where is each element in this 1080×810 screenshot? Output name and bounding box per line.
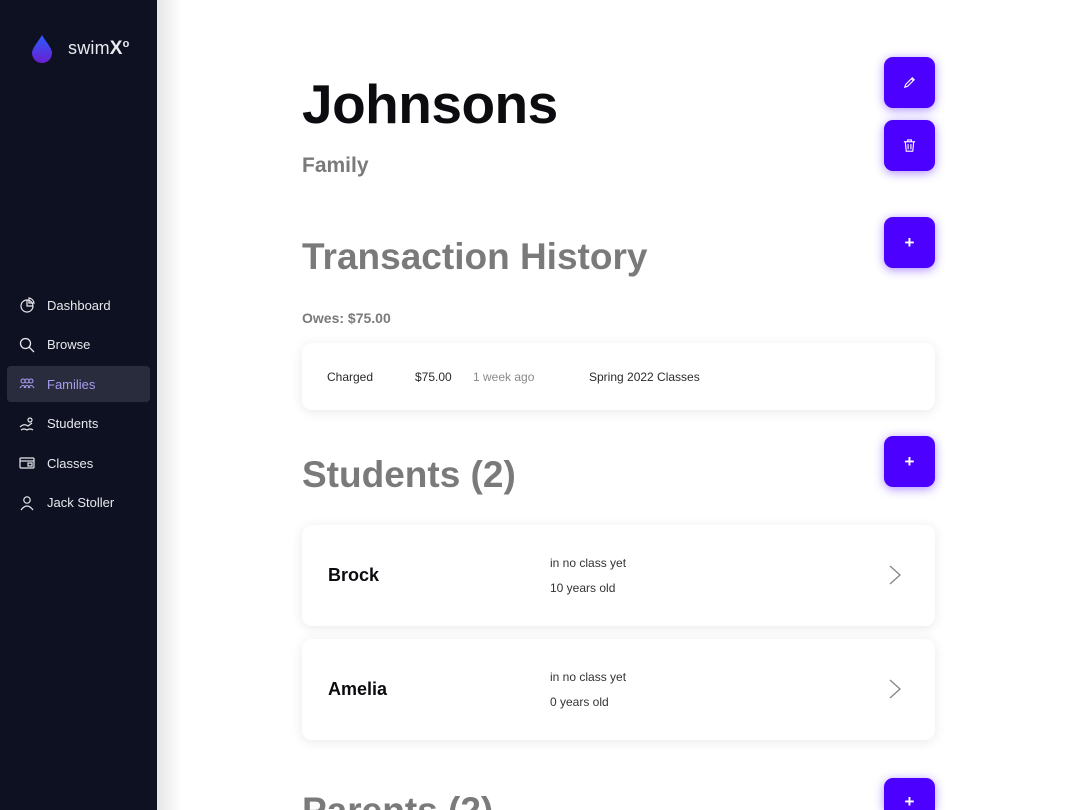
student-name: Brock xyxy=(328,565,380,585)
brand-name: swimXo xyxy=(68,38,130,59)
sidebar-item-label: Students xyxy=(47,416,99,431)
chevron-right-icon xyxy=(889,565,902,585)
sidebar-item-students[interactable]: Students xyxy=(7,406,150,442)
transaction-row[interactable]: Charged $75.00 1 week ago Spring 2022 Cl… xyxy=(302,343,935,410)
sidebar: swimXo Dashboard Browse Families Student… xyxy=(0,0,157,810)
parents-title: Parents (2) xyxy=(302,790,493,810)
transaction-description: Spring 2022 Classes xyxy=(589,370,700,384)
transaction-amount: $75.00 xyxy=(415,370,452,384)
transaction-time: 1 week ago xyxy=(473,370,535,384)
edit-button[interactable] xyxy=(884,57,935,108)
trash-icon xyxy=(903,139,916,152)
student-card[interactable]: Brock in no class yet 10 years old xyxy=(302,525,935,626)
sidebar-item-label: Jack Stoller xyxy=(47,495,115,510)
sidebar-item-classes[interactable]: Classes xyxy=(7,445,150,481)
sidebar-shadow xyxy=(157,0,181,810)
page-title: Johnsons xyxy=(302,73,558,135)
sidebar-item-label: Browse xyxy=(47,337,91,352)
water-drop-icon xyxy=(32,35,52,63)
student-class-status: in no class yet xyxy=(550,556,627,570)
student-card[interactable]: Amelia in no class yet 0 years old xyxy=(302,639,935,740)
search-icon xyxy=(18,336,35,353)
sidebar-item-label: Dashboard xyxy=(47,297,111,313)
brand-logo[interactable]: swimXo xyxy=(30,34,130,64)
user-icon xyxy=(18,494,35,511)
sidebar-nav: Dashboard Browse Families Students Class… xyxy=(7,287,150,524)
classes-icon xyxy=(18,455,35,472)
students-icon xyxy=(18,415,35,432)
transaction-history-title: Transaction History xyxy=(302,236,648,277)
sidebar-item-label: Families xyxy=(47,376,96,392)
student-age: 10 years old xyxy=(550,581,616,595)
pencil-icon xyxy=(903,77,915,89)
dashboard-icon xyxy=(18,297,35,314)
sidebar-item-dashboard[interactable]: Dashboard xyxy=(7,287,150,323)
sidebar-item-browse[interactable]: Browse xyxy=(7,327,150,363)
chevron-right-icon xyxy=(889,679,902,699)
sidebar-item-label: Classes xyxy=(47,455,94,471)
main-content: Johnsons Family Transaction History + Ow… xyxy=(302,0,935,810)
add-transaction-button[interactable]: + xyxy=(884,217,935,268)
owes-amount: Owes: $75.00 xyxy=(302,310,391,326)
families-icon xyxy=(18,376,35,393)
sidebar-item-families[interactable]: Families xyxy=(7,366,150,402)
page-subtitle: Family xyxy=(302,154,369,177)
add-student-button[interactable]: + xyxy=(884,436,935,487)
student-class-status: in no class yet xyxy=(550,670,627,684)
student-age: 0 years old xyxy=(550,695,609,709)
student-name: Amelia xyxy=(328,679,388,699)
sidebar-item-profile[interactable]: Jack Stoller xyxy=(7,485,150,521)
students-title: Students (2) xyxy=(302,454,516,495)
transaction-type: Charged xyxy=(327,370,374,384)
add-parent-button[interactable]: + xyxy=(884,778,935,810)
delete-button[interactable] xyxy=(884,120,935,171)
